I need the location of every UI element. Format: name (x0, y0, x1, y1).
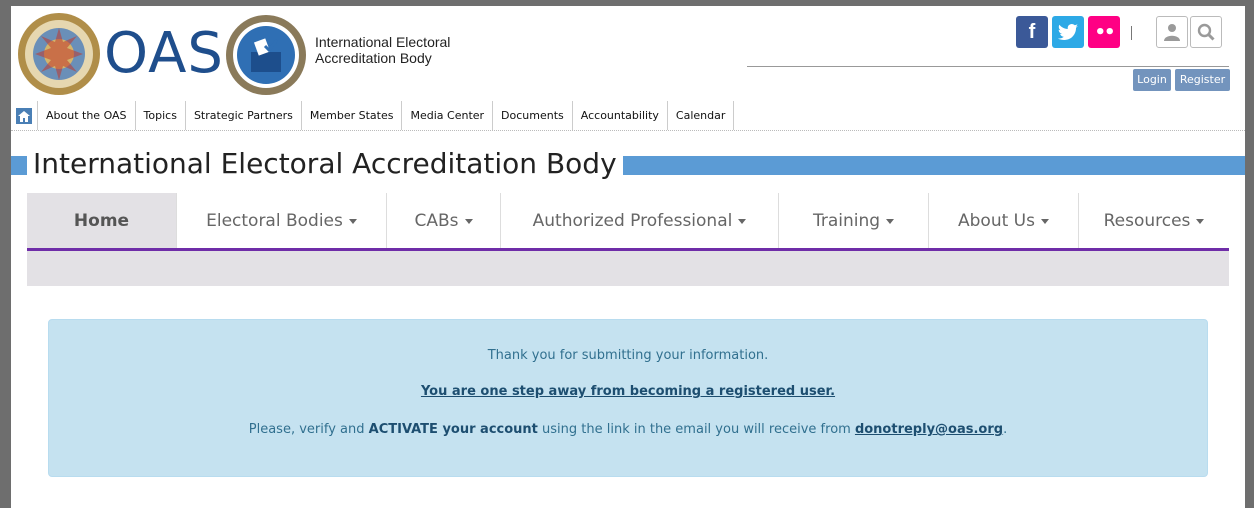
flickr-glyph: •• (1094, 21, 1115, 43)
window-frame-right (1245, 0, 1254, 508)
site-title-line1: International Electoral (315, 34, 451, 50)
topnav-topics[interactable]: Topics (136, 101, 186, 130)
mainnav-cabs[interactable]: CABs (387, 193, 501, 248)
mainnav-resources[interactable]: Resources (1079, 193, 1229, 248)
alert-activate-middle: using the link in the email you will rec… (537, 422, 855, 437)
title-band-right (623, 156, 1245, 175)
alert-step-away-text: You are one step away from becoming a re… (49, 384, 1207, 399)
user-silhouette-icon (1164, 24, 1180, 41)
home-icon[interactable] (11, 101, 38, 130)
magnifier-icon (1197, 23, 1215, 41)
window-frame-left (0, 0, 11, 508)
chevron-down-icon (1196, 219, 1205, 224)
sub-navigation-bar (27, 251, 1229, 286)
email-link[interactable]: donotreply@oas.org (855, 422, 1003, 437)
chevron-down-icon (738, 219, 747, 224)
chevron-down-icon (348, 219, 357, 224)
facebook-glyph: f (1028, 20, 1036, 43)
topnav-about-the-oas[interactable]: About the OAS (38, 101, 136, 130)
mainnav-authorized-professional-label: Authorized Professional (532, 210, 733, 231)
topnav-calendar[interactable]: Calendar (668, 101, 735, 130)
site-title: International Electoral Accreditation Bo… (315, 34, 450, 66)
title-band-left (11, 156, 27, 175)
mainnav-about-us[interactable]: About Us (929, 193, 1079, 248)
mainnav-training-label: Training (812, 210, 881, 231)
alert-activate-emphasis: ACTIVATE your account (368, 422, 538, 437)
topnav-accountability[interactable]: Accountability (573, 101, 668, 130)
alert-activate-prefix: Please, verify and (248, 422, 369, 437)
accreditation-body-seal[interactable] (225, 14, 307, 96)
header-divider (747, 66, 1229, 67)
page: OAS International Electoral Accreditatio… (11, 6, 1245, 508)
topnav-media-center[interactable]: Media Center (402, 101, 494, 130)
top-navigation: About the OAS Topics Strategic Partners … (11, 101, 1245, 131)
topnav-strategic-partners[interactable]: Strategic Partners (186, 101, 302, 130)
chevron-down-icon (464, 219, 473, 224)
mainnav-electoral-bodies[interactable]: Electoral Bodies (177, 193, 387, 248)
registration-status-link[interactable]: You are one step away from becoming a re… (421, 384, 835, 399)
oas-seal-logo[interactable] (17, 12, 101, 96)
twitter-icon[interactable] (1052, 16, 1084, 48)
main-navigation: Home Electoral Bodies CABs Authorized Pr… (27, 193, 1229, 251)
mainnav-home[interactable]: Home (27, 193, 177, 248)
mainnav-training[interactable]: Training (779, 193, 929, 248)
registration-success-alert: Thank you for submitting your informatio… (48, 319, 1208, 477)
twitter-bird-icon (1058, 24, 1078, 40)
facebook-icon[interactable]: f (1016, 16, 1048, 48)
mainnav-cabs-label: CABs (414, 210, 459, 231)
topnav-documents[interactable]: Documents (493, 101, 573, 130)
home-building-icon (16, 107, 32, 124)
search-icon[interactable] (1190, 16, 1222, 48)
alert-thank-you-text: Thank you for submitting your informatio… (487, 348, 769, 363)
mainnav-home-label: Home (73, 210, 130, 231)
page-title: International Electoral Accreditation Bo… (33, 147, 617, 180)
social-separator (1131, 26, 1132, 40)
chevron-down-icon (886, 219, 895, 224)
register-button[interactable]: Register (1175, 69, 1230, 91)
alert-activate-end: . (1003, 422, 1008, 437)
mainnav-electoral-bodies-label: Electoral Bodies (206, 210, 343, 231)
mainnav-authorized-professional[interactable]: Authorized Professional (501, 193, 779, 248)
flickr-icon[interactable]: •• (1088, 16, 1120, 48)
mainnav-about-us-label: About Us (958, 210, 1035, 231)
topnav-member-states[interactable]: Member States (302, 101, 403, 130)
login-button[interactable]: Login (1133, 69, 1171, 91)
site-title-line2: Accreditation Body (315, 50, 432, 66)
chevron-down-icon (1040, 219, 1049, 224)
user-icon[interactable] (1156, 16, 1188, 48)
alert-activate-text: Please, verify and ACTIVATE your account… (49, 422, 1207, 437)
mainnav-resources-label: Resources (1103, 210, 1191, 231)
header: OAS International Electoral Accreditatio… (11, 6, 1245, 98)
oas-logo-text[interactable]: OAS (104, 12, 224, 96)
